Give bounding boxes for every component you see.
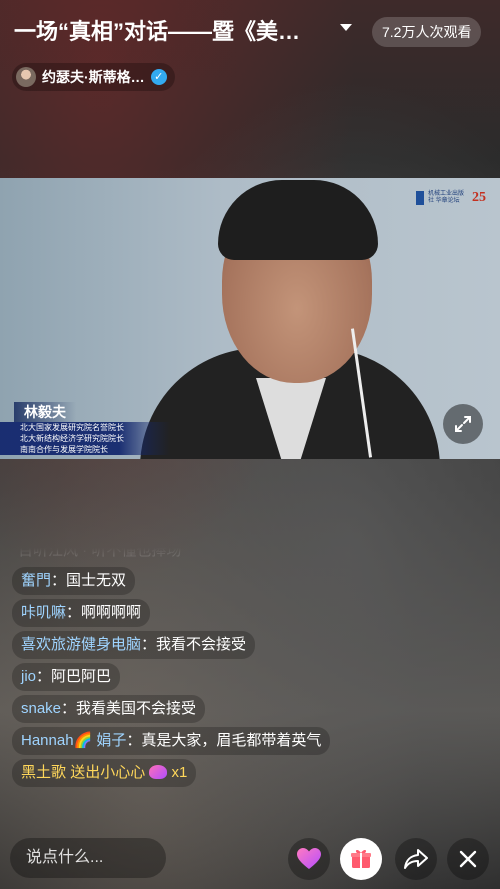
- like-button[interactable]: [288, 838, 330, 880]
- comment-item[interactable]: 咔叽嘛：啊啊啊啊: [12, 599, 151, 627]
- comment-user[interactable]: snake: [21, 700, 61, 717]
- author-chip[interactable]: 约瑟夫·斯蒂格… ✓: [12, 63, 175, 91]
- gift-icon: [351, 849, 371, 868]
- comment-user[interactable]: 奮門: [21, 572, 51, 589]
- viewer-count: 7.2万人次观看: [372, 17, 482, 47]
- caption-name: 林毅夫: [14, 402, 76, 422]
- verified-icon: ✓: [150, 69, 167, 85]
- comment-text: 我看美国不会接受: [76, 700, 197, 717]
- speaker-hair: [218, 180, 378, 260]
- logo-mark: [416, 191, 424, 205]
- top-bar: 一场“真相”对话——暨《美… 7.2万人次观看: [0, 0, 500, 62]
- comment-text: 阿巴阿巴: [51, 668, 112, 685]
- comment-list[interactable]: 百听江风 · 听不懂也捧场 奮門：国士无双 咔叽嘛：啊啊啊啊 喜欢旅游健身电脑：…: [12, 543, 372, 791]
- comment-input[interactable]: 说点什么...: [10, 838, 166, 878]
- share-button[interactable]: [395, 838, 437, 880]
- comment-user[interactable]: 咔叽嘛: [21, 604, 66, 621]
- comment-text: 国士无双: [66, 572, 127, 589]
- comment-user[interactable]: jio: [21, 668, 36, 685]
- gift-notice[interactable]: 黑土歌 送出小心心 x1: [12, 759, 197, 787]
- comment-item[interactable]: 奮門：国士无双: [12, 567, 136, 595]
- gift-button[interactable]: [340, 838, 382, 880]
- comment-text: 我看不会接受: [156, 636, 247, 653]
- live-title[interactable]: 一场“真相”对话——暨《美…: [14, 14, 334, 46]
- author-name: 约瑟夫·斯蒂格…: [42, 69, 145, 85]
- gift-user[interactable]: 黑土歌: [21, 764, 66, 781]
- gift-action: 送出小心心: [70, 764, 146, 781]
- faded-comment: 百听江风 · 听不懂也捧场: [18, 543, 182, 559]
- caption-line: 北大国家发展研究院名誉院长: [0, 422, 170, 433]
- comment-text: 真是大家，眉毛都带着英气: [141, 732, 322, 749]
- close-icon: [459, 850, 477, 868]
- heart-icon: [149, 765, 168, 779]
- share-icon: [404, 849, 428, 869]
- avatar[interactable]: [16, 67, 36, 87]
- publisher-logo: 机械工业出版社 华章论坛 25: [416, 190, 486, 206]
- speaker-caption: 林毅夫 北大国家发展研究院名誉院长 北大新结构经济学研究院院长 南南合作与发展学…: [0, 402, 170, 455]
- comment-item[interactable]: Hannah🌈 娟子：真是大家，眉毛都带着英气: [12, 727, 331, 755]
- caption-line: 南南合作与发展学院院长: [0, 444, 170, 455]
- logo-text: 机械工业出版社 华章论坛: [428, 191, 465, 204]
- comment-item[interactable]: snake：我看美国不会接受: [12, 695, 206, 723]
- gift-count: x1: [171, 764, 188, 781]
- close-button[interactable]: [447, 838, 489, 880]
- video-player[interactable]: 机械工业出版社 华章论坛 25 林毅夫 北大国家发展研究院名誉院长 北大新结构经…: [0, 178, 500, 459]
- comment-item[interactable]: jio：阿巴阿巴: [12, 663, 121, 691]
- caption-line: 北大新结构经济学研究院院长: [0, 433, 170, 444]
- comment-item[interactable]: 喜欢旅游健身电脑：我看不会接受: [12, 631, 256, 659]
- comment-user[interactable]: 喜欢旅游健身电脑: [21, 636, 141, 653]
- logo-anniversary: 25: [472, 190, 486, 205]
- comment-user[interactable]: Hannah🌈 娟子: [21, 732, 126, 749]
- fullscreen-icon: [455, 416, 471, 432]
- fullscreen-button[interactable]: [443, 404, 483, 444]
- chevron-down-icon[interactable]: [340, 24, 352, 31]
- comment-text: 啊啊啊啊: [81, 604, 142, 621]
- heart-icon: [297, 848, 321, 869]
